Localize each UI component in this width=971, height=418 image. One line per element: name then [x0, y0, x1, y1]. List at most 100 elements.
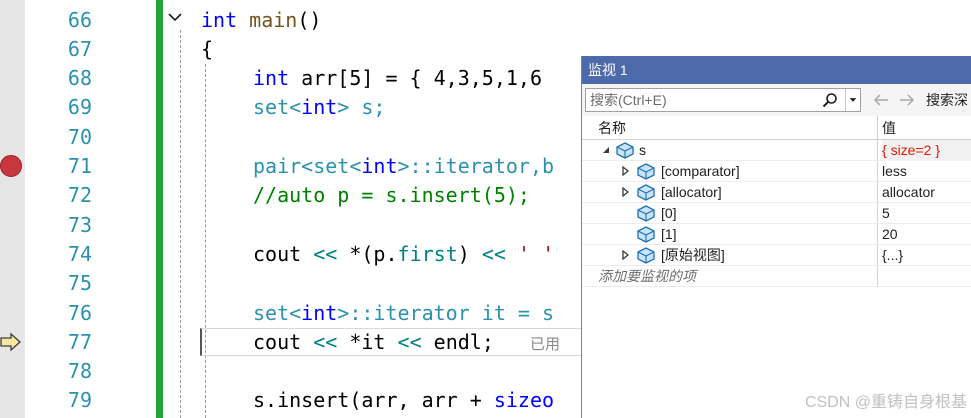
- code-line-76[interactable]: set<int>::iterator it = s: [253, 299, 554, 328]
- code-token: >::iterator,b: [397, 154, 555, 178]
- code-line-77[interactable]: cout << *it << endl; 已用: [253, 328, 560, 357]
- line-number: 68: [67, 66, 92, 90]
- code-token: <<: [313, 330, 338, 354]
- code-token: <<: [313, 242, 338, 266]
- line-number: 71: [67, 154, 92, 178]
- code-token: first: [397, 242, 458, 266]
- code-token: <<: [481, 242, 506, 266]
- code-token: ' ': [517, 242, 555, 266]
- object-icon: [637, 205, 655, 222]
- code-token: int: [301, 95, 338, 119]
- expand-triangle-icon[interactable]: [620, 187, 630, 197]
- expand-triangle-icon[interactable]: [620, 250, 630, 260]
- object-icon: [637, 184, 655, 201]
- search-box[interactable]: [585, 88, 861, 112]
- code-line-69[interactable]: set<int> s;: [253, 93, 385, 122]
- add-watch-placeholder[interactable]: 添加要监视的项: [598, 266, 696, 287]
- watch-row[interactable]: [allocator] allocator: [582, 182, 971, 203]
- back-arrow-icon[interactable]: [872, 91, 890, 109]
- watch-value[interactable]: less: [882, 161, 907, 182]
- code-token: main: [249, 8, 298, 32]
- code-line-66[interactable]: int main(): [201, 6, 321, 35]
- line-number: 70: [67, 125, 92, 149]
- forward-arrow-icon[interactable]: [898, 91, 916, 109]
- code-token: > s;: [337, 95, 386, 119]
- indent-guide: [205, 64, 206, 418]
- watch-row[interactable]: [原始视图] {...}: [582, 245, 971, 266]
- column-divider: [877, 140, 878, 160]
- code-line-72[interactable]: //auto p = s.insert(5);: [253, 181, 530, 210]
- object-icon: [637, 247, 655, 264]
- breakpoint-icon[interactable]: [0, 155, 22, 177]
- collapse-triangle-icon[interactable]: [601, 145, 611, 155]
- watch-name: [allocator]: [661, 184, 722, 200]
- glyph-margin[interactable]: [0, 0, 25, 418]
- code-line-71[interactable]: pair<set<int>::iterator,b: [253, 152, 554, 181]
- indent-guide: [180, 30, 181, 418]
- code-token: set<: [253, 95, 302, 119]
- column-divider: [877, 161, 878, 181]
- object-icon: [616, 142, 634, 159]
- line-number: 73: [67, 213, 92, 237]
- watch-value[interactable]: { size=2 }: [882, 140, 971, 161]
- fold-chevron-icon[interactable]: [166, 8, 184, 26]
- column-divider: [877, 224, 878, 244]
- search-icon[interactable]: [822, 92, 838, 108]
- code-line-79[interactable]: s.insert(arr, arr + sizeo: [253, 386, 554, 415]
- code-line-74[interactable]: cout << *(p.first) << ' ': [253, 240, 554, 269]
- watch-title[interactable]: 监视 1: [582, 56, 971, 84]
- column-divider[interactable]: [877, 116, 878, 139]
- object-icon: [637, 163, 655, 180]
- search-depth-label[interactable]: 搜索深: [926, 84, 968, 116]
- change-tracking-bar: [156, 0, 163, 418]
- watch-value[interactable]: allocator: [882, 182, 935, 203]
- watch-grid: 名称 值 s { size=2 } [comparator] less [all…: [582, 116, 971, 287]
- watch-row[interactable]: [0] 5: [582, 203, 971, 224]
- watch-row[interactable]: [comparator] less: [582, 161, 971, 182]
- watch-window[interactable]: 监视 1 搜索深 名称 值 s: [581, 56, 971, 418]
- add-watch-row[interactable]: 添加要监视的项: [582, 266, 971, 287]
- watch-value[interactable]: 5: [882, 203, 890, 224]
- code-token: arr[5] = { 4,3,5,1,6: [289, 66, 542, 90]
- grid-header: 名称 值: [582, 116, 971, 140]
- line-number: 72: [67, 183, 92, 207]
- watch-name: [1]: [661, 226, 677, 242]
- column-divider: [877, 203, 878, 223]
- column-divider: [877, 245, 878, 265]
- watch-toolbar: 搜索深: [582, 84, 971, 116]
- line-number: 69: [67, 95, 92, 119]
- dropdown-icon[interactable]: [845, 89, 860, 111]
- execution-arrow-icon: [0, 332, 21, 352]
- column-divider: [877, 266, 878, 286]
- code-token: int: [301, 301, 338, 325]
- line-number: 66: [67, 8, 92, 32]
- code-token: cout: [253, 242, 314, 266]
- expand-triangle-icon[interactable]: [620, 166, 630, 176]
- watch-value[interactable]: {...}: [882, 245, 903, 266]
- column-header-value[interactable]: 值: [882, 116, 896, 140]
- code-token: *(p.: [337, 242, 398, 266]
- column-header-name[interactable]: 名称: [598, 116, 626, 140]
- code-line-68[interactable]: int arr[5] = { 4,3,5,1,6: [253, 64, 542, 93]
- watch-row[interactable]: [1] 20: [582, 224, 971, 245]
- line-number: 77: [67, 330, 92, 354]
- code-token: int: [253, 66, 290, 90]
- line-number: 74: [67, 242, 92, 266]
- line-number: 76: [67, 301, 92, 325]
- watermark: CSDN @重铸自身根基: [804, 394, 967, 411]
- watch-row[interactable]: s { size=2 }: [582, 140, 971, 161]
- search-input[interactable]: [590, 91, 822, 109]
- code-token: int: [201, 8, 238, 32]
- watch-value[interactable]: 20: [882, 224, 898, 245]
- line-number: 67: [67, 37, 92, 61]
- code-line-67[interactable]: {: [201, 35, 213, 64]
- watch-name: [0]: [661, 205, 677, 221]
- code-token: (): [297, 8, 322, 32]
- code-token: sizeo: [493, 388, 555, 412]
- line-number: 78: [67, 359, 92, 383]
- code-token: pair<set<: [253, 154, 362, 178]
- code-token: s.insert(arr, arr +: [253, 388, 494, 412]
- column-divider: [877, 182, 878, 202]
- watch-name: s: [639, 142, 646, 158]
